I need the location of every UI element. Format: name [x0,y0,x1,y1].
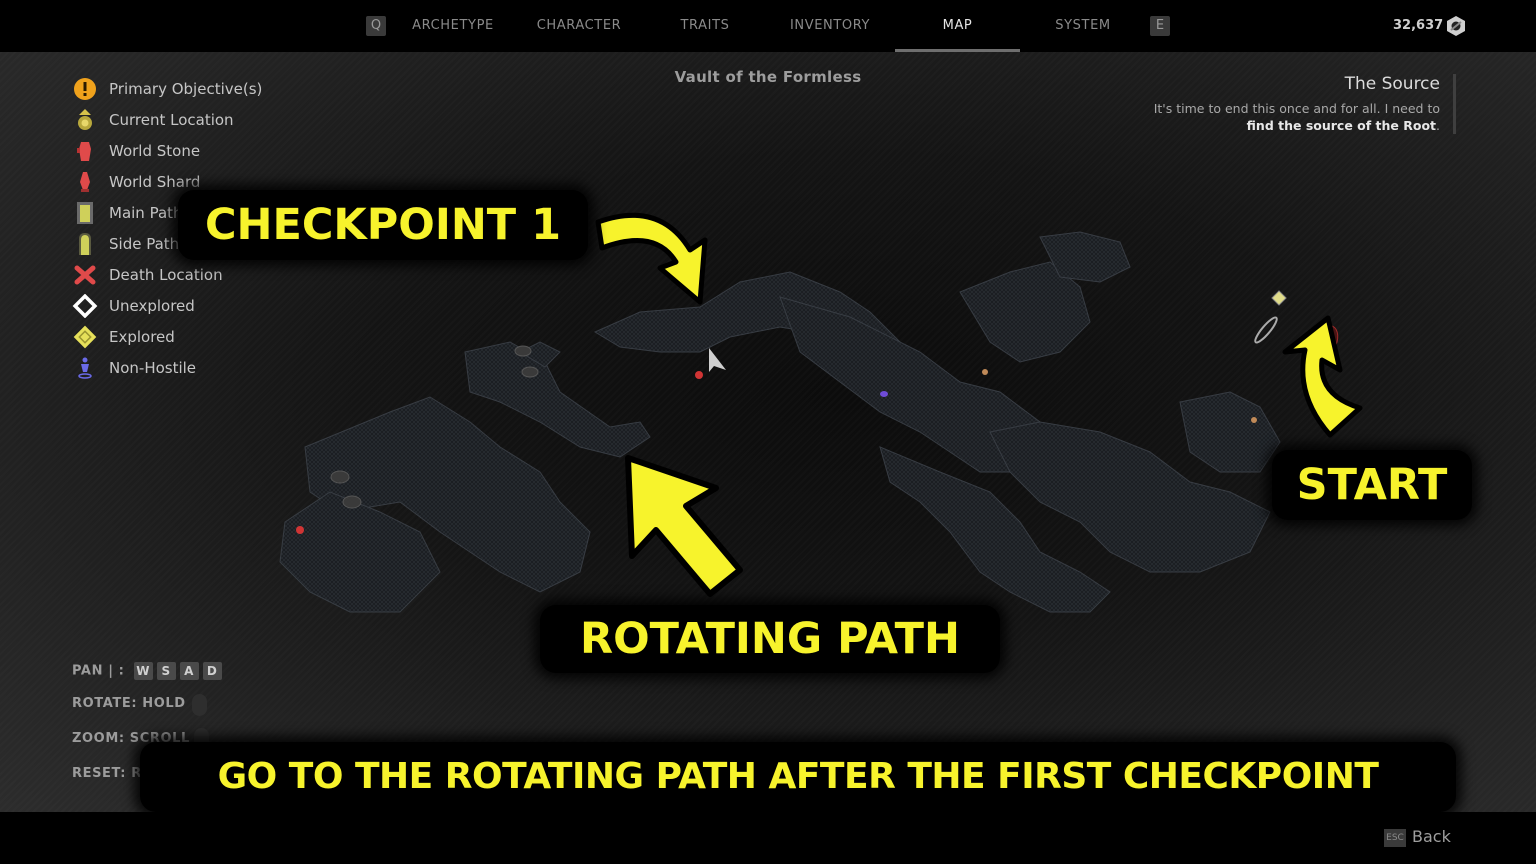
legend-item-explored: Explored [72,325,332,349]
tab-traits[interactable]: TRAITS [660,0,750,52]
top-nav-bar: Q ARCHETYPE CHARACTER TRAITS INVENTORY M… [0,0,1536,52]
legend-item-current-location: Current Location [72,108,332,132]
key-d: D [202,662,222,680]
non-hostile-icon [78,357,92,379]
checkpoint-callout: CHECKPOINT 1 [178,190,588,260]
key-w: W [133,662,153,680]
tab-archetype[interactable]: ARCHETYPE [396,0,510,52]
world-stone-marker[interactable] [695,371,703,379]
unexplored-icon [72,294,98,318]
map-room [464,341,651,458]
prev-tab-key[interactable]: Q [366,16,386,36]
bottom-bar: ESC Back [0,812,1536,864]
world-stone-marker[interactable] [296,526,304,534]
explored-icon [73,325,97,349]
rotating-path-callout: ROTATING PATH [540,605,1000,673]
main-path-icon [77,202,93,224]
next-tab-key[interactable]: E [1150,16,1170,36]
mouse-cursor [709,348,726,372]
side-path-icon [79,233,91,255]
currency-amount: 32,637 [1393,18,1444,33]
non-hostile-marker[interactable] [880,391,888,397]
world-shard-icon [80,172,90,192]
rotate-control: ROTATE: HOLD [72,696,186,711]
tab-map[interactable]: MAP [895,0,1020,52]
key-s: S [156,662,176,680]
current-location-marker[interactable] [628,470,640,482]
gate-marker [1254,316,1278,344]
map-room [1179,391,1281,473]
world-stone-start-marker[interactable] [1305,320,1344,363]
legend-item-death-location: Death Location [72,263,332,287]
platform-marker [514,345,532,357]
tab-character[interactable]: CHARACTER [518,0,640,52]
esc-key: ESC [1384,829,1406,847]
scrap-hex-nut-icon [1447,16,1465,36]
legend-item-unexplored: Unexplored [72,294,332,318]
pan-control: PAN | : WSAD [72,662,222,680]
tab-system[interactable]: SYSTEM [1040,0,1126,52]
primary-objective-icon [74,78,96,100]
current-location-icon [78,109,92,130]
world-stone-icon [77,142,91,161]
death-location-icon [74,265,96,285]
legend-item-primary-objective: Primary Objective(s) [72,77,332,101]
instruction-banner: GO TO THE ROTATING PATH AFTER THE FIRST … [140,742,1456,812]
map-viewport[interactable]: Vault of the Formless Primary Objective(… [0,52,1536,812]
platform-marker [330,470,350,484]
mouse-right-click-icon [192,694,207,716]
quest-title: The Source [1344,74,1440,94]
platform-marker [342,495,362,509]
back-label: Back [1412,827,1451,846]
quest-description: It's time to end this once and for all. … [1153,101,1440,133]
platform-marker [521,366,539,378]
objective-marker[interactable] [982,369,988,375]
dungeon-map[interactable] [0,52,1536,812]
objective-marker[interactable] [1251,417,1257,423]
tab-bar: Q ARCHETYPE CHARACTER TRAITS INVENTORY M… [0,0,1536,52]
quest-panel: The Source It's time to end this once an… [1116,74,1456,134]
key-a: A [179,662,199,680]
tab-inventory[interactable]: INVENTORY [770,0,890,52]
legend-item-non-hostile: Non-Hostile [72,356,332,380]
quest-highlight: find the source of the Root [1246,118,1437,133]
reset-control: RESET: R [72,766,142,781]
explored-waypoint-marker[interactable] [1271,290,1287,306]
map-rooms [279,231,1281,613]
start-callout: START [1272,450,1472,520]
legend-item-world-stone: World Stone [72,139,332,163]
